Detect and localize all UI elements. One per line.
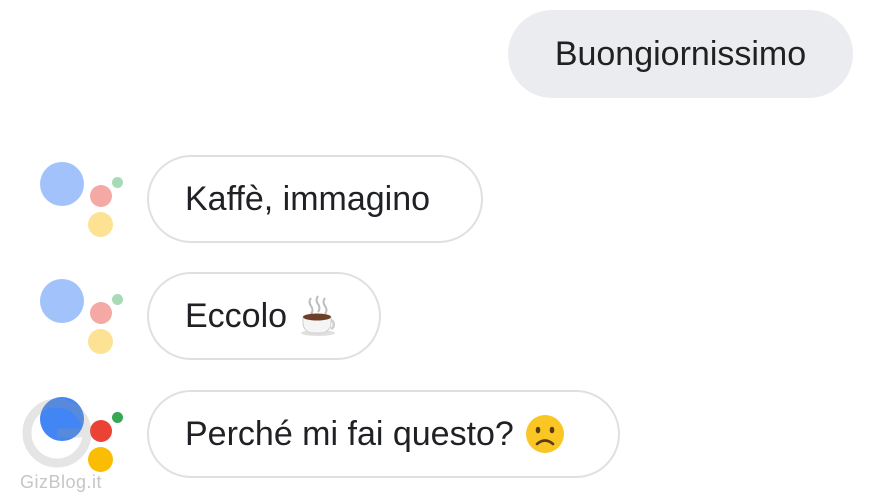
sad-face-icon (525, 415, 564, 453)
coffee-cup-icon (301, 295, 336, 336)
assistant-message-text: Perché mi fai questo? (185, 414, 514, 453)
assistant-message-bubble: Kaffè, immagino (147, 155, 483, 243)
assistant-message-row: Kaffè, immagino (0, 155, 888, 247)
assistant-logo-icon (30, 155, 130, 247)
watermark-text: GizBlog.it (20, 472, 103, 492)
user-message-bubble: Buongiornissimo (508, 10, 853, 98)
watermark-logo-icon (22, 398, 92, 468)
chat-screen: Buongiornissimo Kaffè, immagino Eccolo P… (0, 0, 888, 500)
assistant-message-text: Kaffè, immagino (185, 179, 431, 218)
assistant-message-bubble: Eccolo (147, 272, 381, 360)
assistant-message-row: Eccolo (0, 272, 888, 364)
assistant-message-row: Perché mi fai questo? (0, 390, 888, 482)
assistant-logo-icon (30, 272, 130, 364)
assistant-message-text: Eccolo (185, 296, 288, 335)
assistant-message-bubble: Perché mi fai questo? (147, 390, 620, 478)
user-message-text: Buongiornissimo (554, 34, 807, 73)
